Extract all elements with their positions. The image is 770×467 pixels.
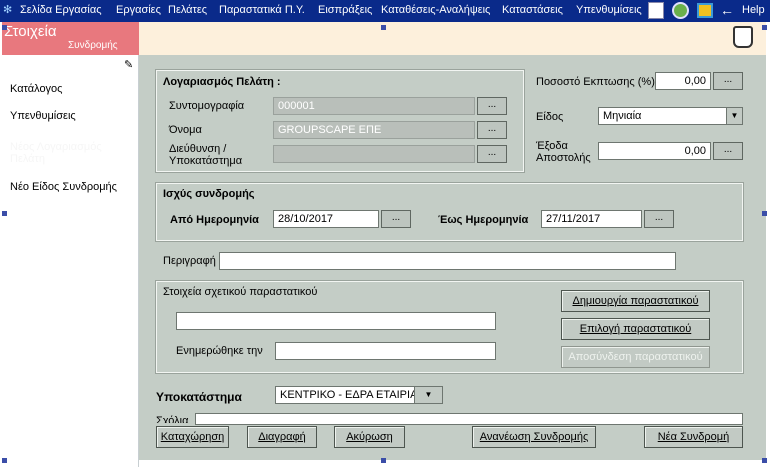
pin-icon[interactable]: ✎ [124,58,133,71]
type-select-value: Μηνιαία [603,110,642,122]
shipping-input[interactable]: 0,00 [598,142,711,160]
resize-handle[interactable] [762,211,767,216]
resize-handle[interactable] [2,458,7,463]
resize-handle[interactable] [762,458,767,463]
cancel-button[interactable]: Ακύρωση [334,426,405,448]
description-input[interactable] [219,252,676,270]
from-date-label: Από Ημερομηνία [170,214,259,226]
branch-select[interactable]: ΚΕΝΤΡΙΚΟ - ΕΔΡΑ ΕΤΑΙΡΙΑΣ ▼ [275,386,443,404]
menu-item-documents[interactable]: Παραστατικά Π.Υ. [219,4,305,16]
from-date-input[interactable]: 28/10/2017 [273,210,379,228]
name-lookup-button[interactable]: ... [477,121,507,139]
app-star-icon[interactable]: ✻ [3,3,12,16]
delete-button[interactable]: Διαγραφή [247,426,317,448]
resize-handle[interactable] [762,25,767,30]
document-heading: Στοιχεία σχετικού παραστατικού [163,286,318,298]
validity-heading: Ισχύς συνδρομής [163,188,255,200]
choose-document-button[interactable]: Επιλογή παραστατικού [561,318,710,340]
shipping-label-2: Αποστολής [536,152,591,164]
address-field [273,145,475,163]
updated-label: Ενημερώθηκε την [176,345,263,357]
to-date-input[interactable]: 27/11/2017 [541,210,642,228]
resize-handle[interactable] [2,211,7,216]
menu-item-receipts[interactable]: Εισπράξεις [318,4,372,16]
globe-icon[interactable] [672,2,689,19]
page-subtitle: Συνδρομής [68,40,118,51]
abbr-field: 000001 [273,97,475,115]
discount-input[interactable]: 0,00 [655,72,711,90]
save-button[interactable]: Καταχώρηση [156,426,229,448]
renew-subscription-button[interactable]: Ανανέωση Συνδρομής [472,426,596,448]
menu-item-customers[interactable]: Πελάτες [168,4,207,16]
left-nav-new-account: Νέος Λογαριασμός Πελάτη [10,141,102,165]
discount-label: Ποσοστό Εκπτωσης (%) [536,76,655,88]
chevron-down-icon[interactable]: ▼ [414,387,442,403]
document-field[interactable] [176,312,496,330]
resize-handle[interactable] [381,458,386,463]
left-panel: Κατάλογος Υπενθυμίσεις Νέος Λογαριασμός … [0,22,139,467]
hand-icon[interactable] [733,26,753,48]
back-arrow-icon[interactable]: ← [720,2,734,18]
menu-item-reminders[interactable]: Υπενθυμίσεις [576,4,642,16]
windows-icon[interactable] [697,3,713,18]
new-subscription-button[interactable]: Νέα Συνδρομή [644,426,743,448]
address-lookup-button[interactable]: ... [477,145,507,163]
addr-label-2: Υποκατάστημα [169,155,243,167]
shipping-label-1: Έξοδα [536,140,568,152]
menu-item-workpage[interactable]: Σελίδα Εργασίας [20,4,102,16]
shipping-button[interactable]: ... [713,142,743,160]
menu-item-help[interactable]: Help [742,4,765,16]
name-field: GROUPSCAPE ΕΠΕ [273,121,475,139]
menu-item-deposits[interactable]: Καταθέσεις-Αναλήψεις [381,4,490,16]
updated-field[interactable] [275,342,496,360]
addr-label-1: Διεύθυνση / [169,143,227,155]
menu-item-reports[interactable]: Καταστάσεις [502,4,563,16]
comments-label: Σχόλια [156,415,189,423]
resize-handle[interactable] [2,25,7,30]
unlink-document-button: Αποσύνδεση παραστατικού [561,346,710,368]
left-header: Στοιχεία Συνδρομής [2,22,139,55]
type-label: Είδος [536,111,564,123]
customer-heading: Λογαριασμός Πελάτη : [163,76,281,88]
menu-bar: ✻ Σελίδα Εργασίας Εργασίες Πελάτες Παρασ… [0,0,770,22]
resize-handle[interactable] [381,25,386,30]
branch-label: Υποκατάστημα [156,390,242,404]
from-date-button[interactable]: ... [381,210,411,228]
menu-item-tasks[interactable]: Εργασίες [116,4,161,16]
calendar-icon[interactable] [648,2,664,19]
abbr-lookup-button[interactable]: ... [477,97,507,115]
chevron-down-icon[interactable]: ▼ [726,108,742,124]
top-strip [139,22,766,55]
description-label: Περιγραφή [163,255,216,267]
form-area: Λογαριασμός Πελάτη : Συντομογραφία 00000… [139,55,766,460]
type-select[interactable]: Μηνιαία ▼ [598,107,743,125]
name-label: Όνομα [169,124,202,136]
comments-input[interactable] [195,413,743,425]
left-nav-reminders[interactable]: Υπενθυμίσεις [10,110,76,122]
to-date-button[interactable]: ... [644,210,674,228]
abbr-label: Συντομογραφία [169,100,245,112]
create-document-button[interactable]: Δημιουργία παραστατικού [561,290,710,312]
left-nav-catalog[interactable]: Κατάλογος [10,83,62,95]
page-title: Στοιχεία [4,23,57,40]
left-nav-new-type[interactable]: Νέο Είδος Συνδρομής [10,181,117,193]
discount-button[interactable]: ... [713,72,743,90]
to-date-label: Έως Ημερομηνία [438,214,529,226]
branch-select-value: ΚΕΝΤΡΙΚΟ - ΕΔΡΑ ΕΤΑΙΡΙΑΣ [280,389,425,401]
